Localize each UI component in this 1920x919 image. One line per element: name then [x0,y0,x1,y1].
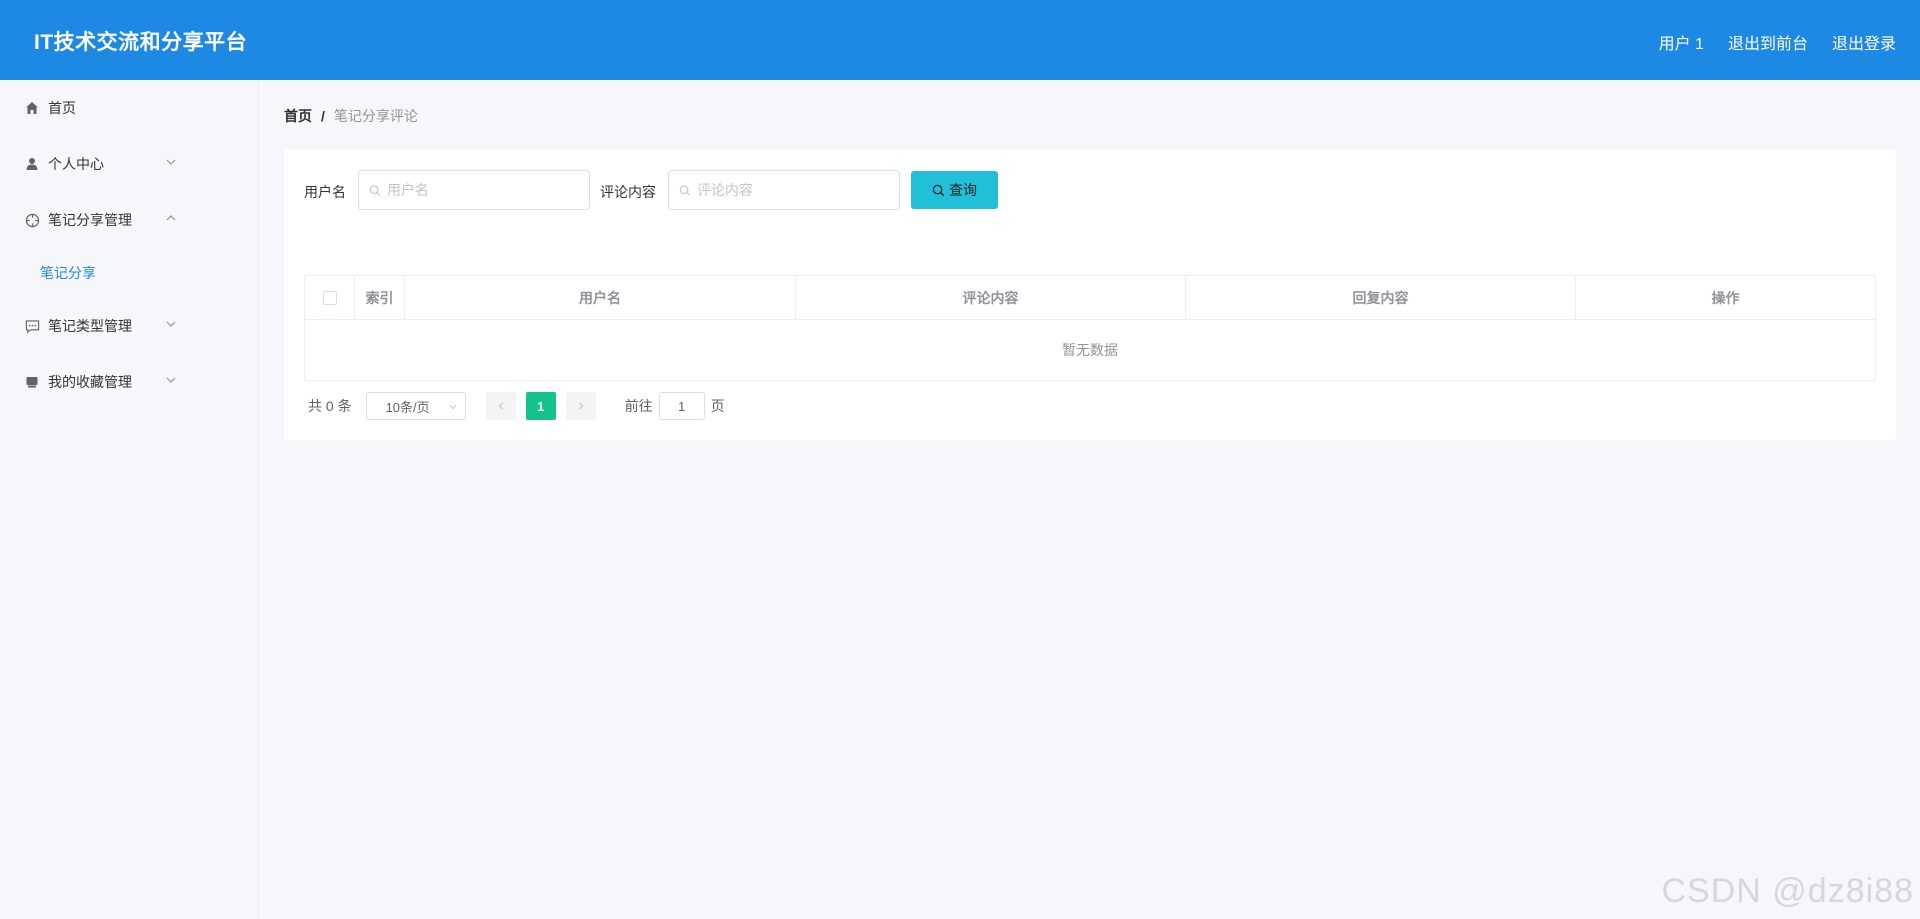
breadcrumb-home[interactable]: 首页 [284,106,312,126]
sidebar: 首页 个人中心 笔记分享管理 笔记分享 笔记类型管理 我的收藏管理 [0,80,259,919]
user-icon [24,156,40,172]
csdn-watermark: CSDN @dz8i88 [1661,872,1914,910]
sidebar-item-label: 个人中心 [48,156,104,172]
home-icon [24,100,40,116]
page-size-value: 10条/页 [385,399,430,415]
prev-page-button[interactable] [485,392,516,420]
chevron-down-icon [449,405,456,410]
top-nav: 用户 1 退出到前台 退出登录 [1659,30,1896,54]
username-label: 用户名 [304,184,346,200]
search-icon [369,184,381,196]
pagination: 共 0 条 10条/页 1 前往 页 [308,392,725,420]
chevron-down-icon [166,377,176,383]
page-suffix: 页 [710,398,725,414]
comment-content-input[interactable] [696,182,899,198]
chevron-down-icon [166,159,176,165]
sidebar-item-label: 我的收藏管理 [48,374,132,390]
sidebar-item-home[interactable]: 首页 [0,80,258,136]
sidebar-item-my-favorites-management[interactable]: 我的收藏管理 [0,354,258,410]
goto-label: 前往 [624,398,653,414]
comment-content-label: 评论内容 [600,184,656,200]
current-user-link[interactable]: 用户 1 [1659,30,1704,54]
chevron-up-icon [166,215,176,221]
table-header: 索引 用户名 评论内容 回复内容 操作 [305,276,1875,320]
chat-icon [24,318,40,334]
username-input[interactable] [386,182,589,198]
query-button-label: 查询 [949,182,977,198]
next-page-button[interactable] [565,392,596,420]
top-header: IT技术交流和分享平台 用户 1 退出到前台 退出登录 [0,0,1920,80]
select-all-checkbox[interactable] [322,290,337,305]
sidebar-item-label: 笔记分享管理 [48,212,132,228]
crosshair-icon [24,212,40,228]
search-icon [679,184,691,196]
total-count: 共 0 条 [308,398,352,414]
breadcrumb: 首页 / 笔记分享评论 [284,106,418,126]
chevron-right-icon [578,402,583,410]
column-header-index: 索引 [355,276,405,319]
page-number-current[interactable]: 1 [525,392,556,420]
search-icon [932,184,945,196]
comments-table: 索引 用户名 评论内容 回复内容 操作 暂无数据 [304,275,1876,381]
query-button[interactable]: 查询 [911,171,998,209]
breadcrumb-separator: / [321,108,325,124]
folder-icon [24,374,40,390]
column-header-comment: 评论内容 [796,276,1186,319]
app-title: IT技术交流和分享平台 [34,31,248,54]
page-size-select[interactable]: 10条/页 [365,392,466,420]
chevron-down-icon [166,321,176,327]
column-header-actions: 操作 [1711,289,1740,306]
logout-link[interactable]: 退出登录 [1832,30,1896,54]
column-header-reply: 回复内容 [1186,276,1576,319]
empty-state: 暂无数据 [1062,342,1118,358]
page-jumper: 前往 页 [625,392,725,420]
username-search-box [358,170,590,210]
sidebar-item-label: 首页 [48,100,76,116]
breadcrumb-current: 笔记分享评论 [333,108,418,124]
chevron-left-icon [498,402,503,410]
comment-search-box [668,170,900,210]
sidebar-item-label: 笔记类型管理 [48,318,132,334]
select-all-cell [305,276,355,319]
sidebar-item-note-share-management[interactable]: 笔记分享管理 [0,192,258,248]
column-header-username: 用户名 [405,276,796,319]
goto-page-input[interactable] [658,392,705,420]
main-panel: 用户名 评论内容 查询 索引 用户名 评论内容 回复内容 操作 暂无数据 共 0… [284,150,1896,440]
back-to-front-link[interactable]: 退出到前台 [1728,30,1808,54]
sidebar-item-note-type-management[interactable]: 笔记类型管理 [0,298,258,354]
sidebar-item-personal-center[interactable]: 个人中心 [0,136,258,192]
sidebar-subitem-note-share[interactable]: 笔记分享 [0,248,258,298]
